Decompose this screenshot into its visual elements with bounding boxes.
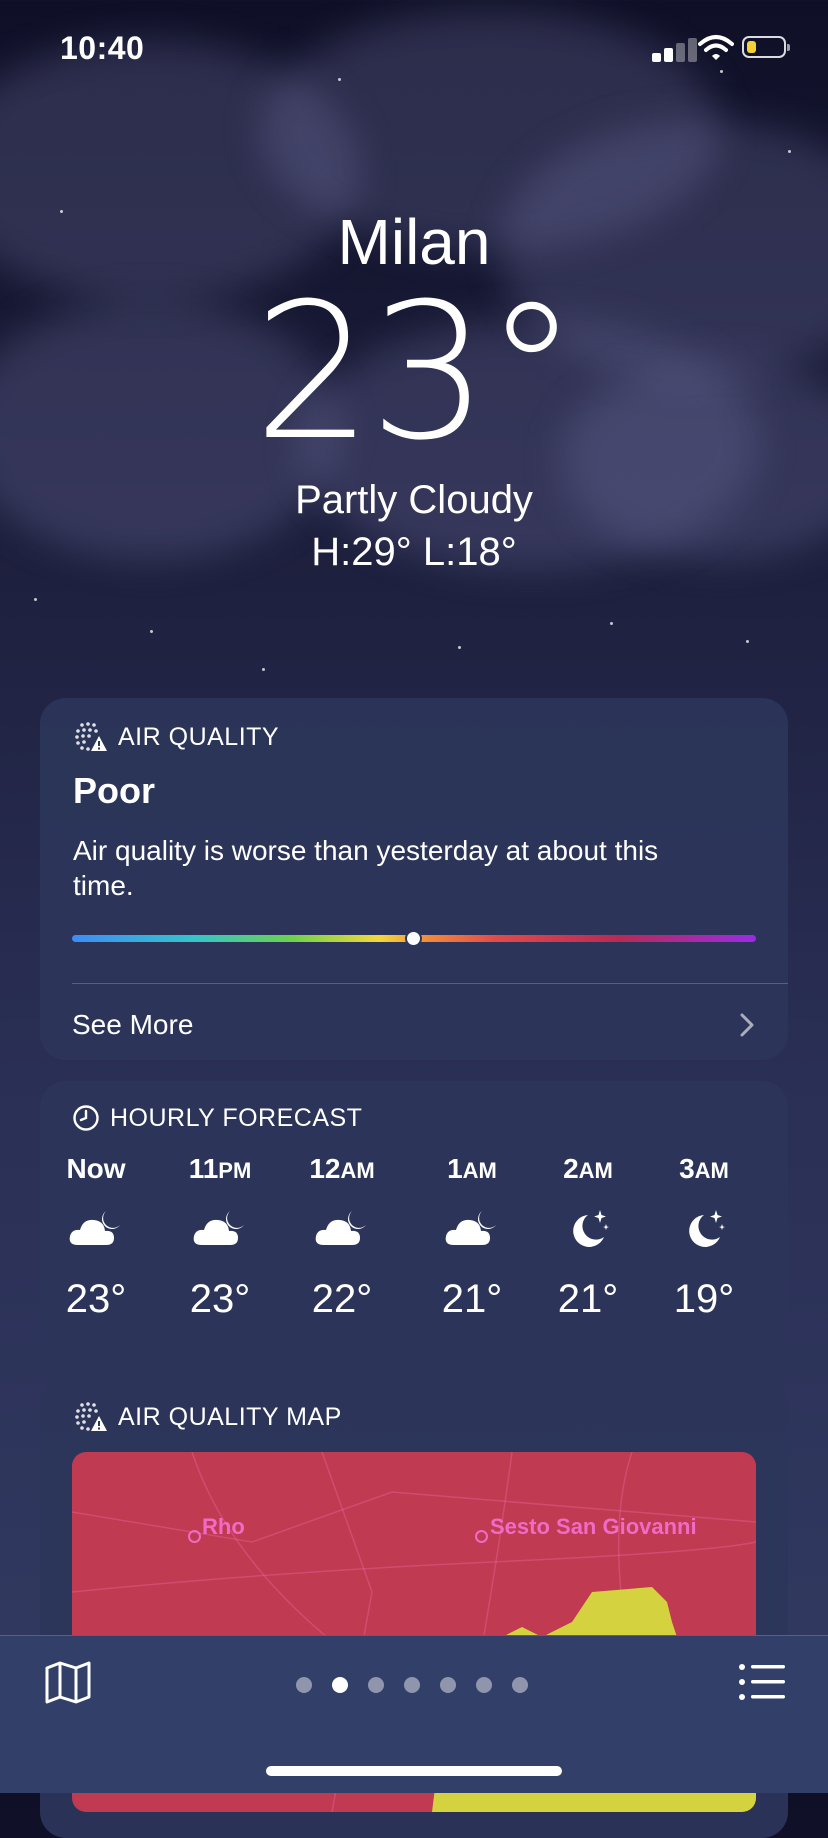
home-indicator[interactable]	[266, 1766, 562, 1776]
hour-temperature: 21°	[441, 1277, 503, 1321]
current-temperature: 23°	[253, 263, 578, 482]
page-dot[interactable]	[404, 1677, 420, 1693]
page-dot[interactable]	[440, 1677, 456, 1693]
air-quality-description: Air quality is worse than yesterday at a…	[73, 835, 659, 901]
hourly-forecast-title: HOURLY FORECAST	[110, 1103, 363, 1132]
hour-temperature: 21°	[557, 1277, 619, 1321]
map-icon[interactable]	[44, 1660, 92, 1704]
air-quality-card[interactable]: AIR QUALITY Poor Air quality is worse th…	[40, 698, 788, 1060]
air-quality-icon	[75, 1402, 107, 1431]
moon-stars-icon	[538, 1189, 638, 1269]
hour-item: 1AM 21°	[422, 1149, 522, 1329]
air-quality-indicator	[407, 932, 420, 945]
hour-temperature: 23°	[189, 1277, 251, 1321]
cloud-moon-icon	[46, 1189, 146, 1269]
divider	[72, 983, 788, 984]
cloud-moon-icon	[292, 1189, 392, 1269]
page-dot[interactable]	[512, 1677, 528, 1693]
hourly-forecast-card[interactable]: HOURLY FORECAST Now 23° 11PM 23° 12AM 22° 1AM 2…	[40, 1081, 788, 1357]
see-more-label: See More	[72, 1009, 194, 1040]
hour-time: 1AM	[447, 1153, 497, 1184]
hour-item: 3AM 19°	[654, 1149, 754, 1329]
air-quality-header: AIR QUALITY	[74, 722, 279, 752]
hour-time: 2AM	[563, 1153, 613, 1184]
hour-item: 12AM 22°	[292, 1149, 392, 1329]
see-more-button[interactable]: See More	[72, 1000, 756, 1050]
weather-condition: Partly Cloudy	[295, 478, 533, 522]
high-low-temperature: H:29° L:18°	[311, 530, 517, 574]
air-quality-title: AIR QUALITY	[118, 722, 280, 751]
battery-icon	[742, 36, 790, 58]
hour-time: 12AM	[309, 1153, 375, 1184]
map-label-sesto: Sesto San Giovanni	[490, 1514, 697, 1539]
air-quality-scale	[72, 932, 756, 945]
hour-time: 11PM	[188, 1153, 252, 1184]
map-pin	[475, 1530, 488, 1543]
hour-temperature: 22°	[311, 1277, 373, 1321]
hour-temperature: 19°	[673, 1277, 735, 1321]
cloud-moon-icon	[422, 1189, 522, 1269]
chevron-right-icon	[740, 1013, 754, 1037]
page-dot[interactable]	[476, 1677, 492, 1693]
page-indicator[interactable]	[296, 1677, 528, 1693]
cloud-moon-icon	[170, 1189, 270, 1269]
hour-item: 2AM 21°	[538, 1149, 638, 1329]
air-quality-map-title: AIR QUALITY MAP	[118, 1402, 342, 1431]
air-quality-level: Poor	[73, 770, 156, 811]
hour-item: 11PM 23°	[170, 1149, 270, 1329]
hour-item: Now 23°	[46, 1149, 146, 1329]
wifi-icon	[698, 35, 734, 60]
page-dot[interactable]	[332, 1677, 348, 1693]
cellular-signal-icon	[652, 36, 704, 62]
air-quality-map-header: AIR QUALITY MAP	[74, 1402, 342, 1432]
map-pin	[188, 1530, 201, 1543]
page-dot[interactable]	[296, 1677, 312, 1693]
hour-time: 3AM	[679, 1153, 729, 1184]
page-dot[interactable]	[368, 1677, 384, 1693]
hourly-list[interactable]: Now 23° 11PM 23° 12AM 22° 1AM 21° 2AM 21° 3AM 19°	[40, 1149, 788, 1349]
air-quality-icon	[75, 722, 107, 751]
status-time: 10:40	[60, 30, 145, 66]
hour-temperature: 23°	[65, 1277, 127, 1321]
list-icon[interactable]	[738, 1662, 786, 1702]
clock-icon	[73, 1105, 99, 1131]
hourly-forecast-header: HOURLY FORECAST	[72, 1103, 362, 1133]
map-label-rho: Rho	[202, 1514, 245, 1539]
hour-time: Now	[66, 1153, 126, 1184]
status-bar: 10:40	[0, 0, 828, 100]
moon-stars-icon	[654, 1189, 754, 1269]
